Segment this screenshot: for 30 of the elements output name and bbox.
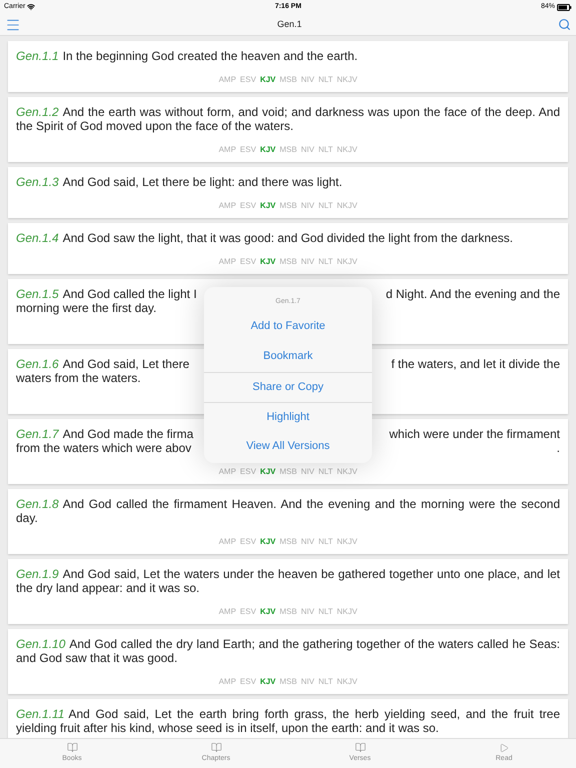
verse-text: f the waters, and let it divide the [391,357,560,371]
verse-reference: Gen.1.3 [16,175,59,189]
verse-reference: Gen.1.5 [16,287,59,301]
verse-text: . [556,441,560,455]
verse-text: Gen.1.3 And God said, Let there be light: and there was light. [16,175,342,189]
verse-reference: Gen.1.1 [16,49,59,63]
verse-text: from the waters which were abov [16,441,192,455]
verse-reference: Gen.1.11 [16,707,64,721]
verse-reference: Gen.1.4 [16,231,59,245]
verse-text: And God called the light I [62,287,197,301]
verse-text: Gen.1.10 And God called the dry land Earth; and the gathering together of the waters called he Seas: and God saw that it was good. [16,637,560,665]
verse-text: And God said, Let there [62,357,190,371]
verse-text: which were under the firmament [389,427,560,441]
verse-reference: Gen.1.9 [16,567,59,581]
verse-text: morning were the first day. [16,301,157,315]
page-title: Gen.1 [277,18,302,31]
verse-reference: Gen.1.7 [16,427,59,441]
verse-text: Gen.1.11 And God said, Let the earth bring forth grass, the herb yielding seed, and the fruit tree yielding fruit after his kind, whose seed is in itself, upon the earth: and it was so. [16,707,560,735]
verse-text: Gen.1.9 And God said, Let the waters under the heaven be gathered together unto one place, and let the dry land appear: and it was so. [16,567,560,595]
verse-reference: Gen.1.6 [16,357,59,371]
verse-text: Gen.1.8 And God called the firmament Heaven. And the evening and the morning were the second day. [16,497,560,525]
verse-reference: Gen.1.10 [16,637,66,651]
verse-reference: Gen.1.8 [16,497,59,511]
verse-text: d Night. And the evening and the [386,287,560,301]
verse-text: Gen.1.2 And the earth was without form, and void; and darkness was upon the face of the deep. And the Spirit of God moved upon the face of the waters. [16,105,560,133]
verse-text: And God made the firma [62,427,194,441]
verse-text: waters from the waters. [16,371,141,385]
verse-text: Gen.1.1 In the beginning God created the heaven and the earth. [16,49,358,63]
verse-reference: Gen.1.2 [16,105,59,119]
verse-text: Gen.1.4 And God saw the light, that it was good: and God divided the light from the darkness. [16,231,513,245]
